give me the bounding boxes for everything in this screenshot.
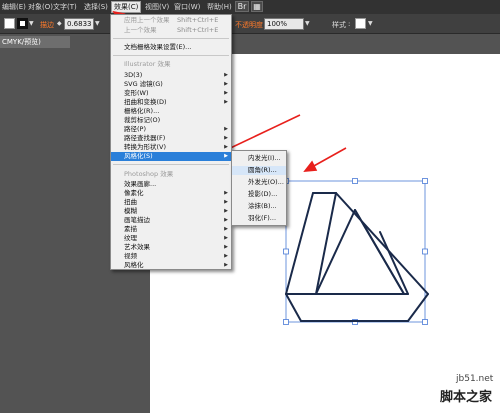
submenu-arrow-icon: ▶ (224, 190, 228, 196)
menu-item-distort-transform[interactable]: 扭曲和变换(D) ▶ (111, 98, 231, 107)
menu-item-effect-gallery[interactable]: 效果画廊... (111, 180, 231, 189)
submenu-arrow-icon: ▶ (224, 244, 228, 250)
document-raster-settings[interactable]: 文档栅格效果设置(E)... (111, 43, 231, 52)
menu-item-rasterize[interactable]: 栅格化(R)... (111, 107, 231, 116)
menu-item-svg-filters[interactable]: SVG 滤镜(G) ▶ (111, 80, 231, 89)
menu-item-sketch[interactable]: 素描 ▶ (111, 225, 231, 234)
menu-item-stylize-illustrator[interactable]: 风格化(S) ▶ (111, 152, 231, 161)
menu-divider (113, 164, 229, 165)
menu-item-brush-strokes[interactable]: 画笔描边 ▶ (111, 216, 231, 225)
menu-item-texture[interactable]: 纹理 ▶ (111, 234, 231, 243)
watermark-name: 脚本之家 (440, 390, 493, 405)
submenu-arrow-icon: ▶ (224, 217, 228, 223)
submenu-arrow-icon: ▶ (224, 135, 228, 141)
submenu-item-inner-glow[interactable]: 内发光(I)... (232, 154, 286, 163)
submenu-arrow-icon: ▶ (224, 262, 228, 268)
menu-item-3d[interactable]: 3D(3) ▶ (111, 71, 231, 80)
submenu-item-drop-shadow[interactable]: 投影(D)... (232, 190, 286, 199)
menu-item-artistic[interactable]: 艺术效果 ▶ (111, 243, 231, 252)
submenu-arrow-icon: ▶ (224, 153, 228, 159)
annotation-arrow (303, 147, 347, 172)
stylize-submenu: 内发光(I)... 圆角(R)... 外发光(O)... 投影(D)... 涂抹… (231, 150, 287, 226)
submenu-item-scribble[interactable]: 涂抹(B)... (232, 202, 286, 211)
menu-item-blur[interactable]: 模糊 ▶ (111, 207, 231, 216)
submenu-arrow-icon: ▶ (224, 199, 228, 205)
menu-divider (113, 38, 229, 39)
menu-item-warp[interactable]: 变形(W) ▶ (111, 89, 231, 98)
photoshop-effects-header: Photoshop 效果 (124, 170, 174, 178)
menu-item-stylize-photoshop[interactable]: 风格化 ▶ (111, 261, 231, 270)
menu-divider (113, 55, 229, 56)
submenu-arrow-icon: ▶ (224, 126, 228, 132)
effect-menu: 应用上一个效果 Shift+Ctrl+E 上一个效果 Shift+Ctrl+E … (110, 14, 232, 270)
menu-item-crop-marks[interactable]: 裁剪标记(O) (111, 116, 231, 125)
submenu-arrow-icon: ▶ (224, 226, 228, 232)
submenu-arrow-icon: ▶ (224, 144, 228, 150)
last-effect[interactable]: 上一个效果 Shift+Ctrl+E (111, 26, 231, 35)
apply-last-effect[interactable]: 应用上一个效果 Shift+Ctrl+E (111, 16, 231, 25)
menu-item-distort[interactable]: 扭曲 ▶ (111, 198, 231, 207)
impossible-triangle-shape[interactable] (285, 192, 429, 322)
menu-item-convert-to-shape[interactable]: 转换为形状(V) ▶ (111, 143, 231, 152)
submenu-arrow-icon: ▶ (224, 72, 228, 78)
submenu-arrow-icon: ▶ (224, 235, 228, 241)
submenu-item-outer-glow[interactable]: 外发光(O)... (232, 178, 286, 187)
submenu-arrow-icon: ▶ (224, 208, 228, 214)
menu-item-pathfinder[interactable]: 路径查找器(F) ▶ (111, 134, 231, 143)
submenu-arrow-icon: ▶ (224, 81, 228, 87)
menu-item-video[interactable]: 视频 ▶ (111, 252, 231, 261)
submenu-arrow-icon: ▶ (224, 253, 228, 259)
submenu-item-round-corners[interactable]: 圆角(R)... (232, 166, 286, 175)
menu-item-pixelate[interactable]: 像素化 ▶ (111, 189, 231, 198)
submenu-item-feather[interactable]: 羽化(F)... (232, 214, 286, 223)
submenu-arrow-icon: ▶ (224, 99, 228, 105)
selection-bounding-box[interactable] (283, 178, 428, 325)
submenu-arrow-icon: ▶ (224, 90, 228, 96)
illustrator-effects-header: Illustrator 效果 (124, 60, 171, 68)
watermark-site: jb51.net (456, 374, 494, 384)
menu-item-path[interactable]: 路径(P) ▶ (111, 125, 231, 134)
